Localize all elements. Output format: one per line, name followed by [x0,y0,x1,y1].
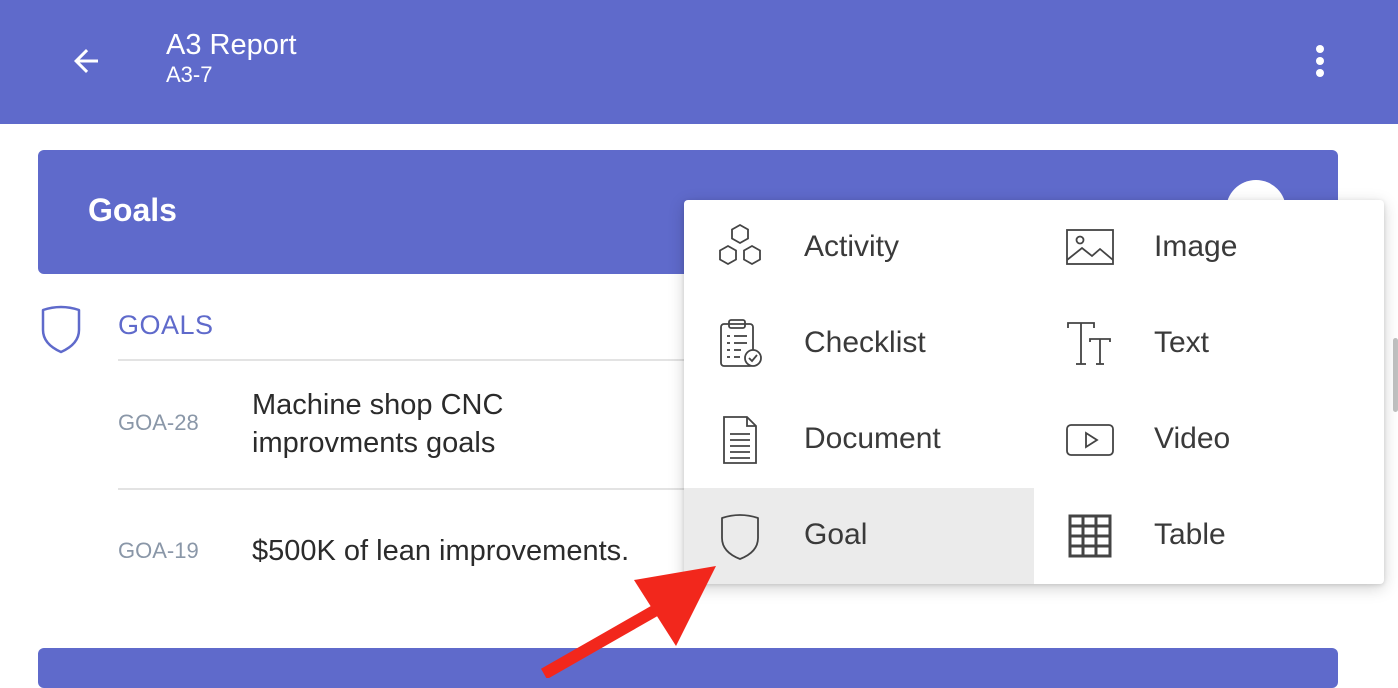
goal-title-line: improvments goals [252,427,496,459]
text-icon [1067,322,1111,365]
page-title: A3 Report [166,29,297,61]
shield-icon [41,305,81,354]
page-subtitle: A3-7 [166,62,213,87]
divider [118,359,698,361]
menu-item-table[interactable]: Table [1034,488,1384,584]
menu-item-video[interactable]: Video [1034,392,1384,488]
menu-item-label: Document [804,422,941,455]
goals-heading[interactable]: GOALS [118,307,214,343]
menu-item-label: Goal [804,518,868,551]
menu-item-label: Image [1154,230,1238,263]
more-options-button[interactable] [1300,38,1340,84]
image-icon [1066,229,1114,265]
menu-item-document[interactable]: Document [684,392,1034,488]
video-icon [1066,424,1114,456]
menu-item-text[interactable]: Text [1034,296,1384,392]
menu-item-checklist[interactable]: Checklist [684,296,1034,392]
menu-item-label: Text [1154,326,1210,359]
goal-title: Machine shop CNC improvments goals [252,386,682,462]
hexagons-icon [719,223,761,266]
menu-item-label: Table [1154,518,1226,551]
more-vertical-icon [1316,45,1324,77]
document-icon [723,416,757,464]
goal-title-line: Machine shop CNC [252,389,504,421]
menu-item-label: Activity [804,230,900,263]
clipboard-check-icon [720,319,762,367]
menu-item-activity[interactable]: Activity [684,200,1034,296]
divider [118,488,698,490]
goal-id: GOA-19 [118,538,199,563]
goal-id: GOA-28 [118,410,199,435]
add-item-menu: Activity Image Checklist Text Document V… [684,200,1384,584]
arrow-left-icon [74,49,98,73]
menu-item-label: Checklist [804,326,926,359]
section-title: Goals [88,192,177,228]
menu-item-label: Video [1154,422,1231,455]
annotation-arrow [541,566,716,678]
app-bar: A3 Report A3-7 [0,0,1398,124]
menu-item-image[interactable]: Image [1034,200,1384,296]
shield-icon [721,514,759,560]
table-grid-icon [1068,514,1112,558]
scrollbar[interactable] [1393,338,1398,412]
back-button[interactable] [60,38,112,84]
